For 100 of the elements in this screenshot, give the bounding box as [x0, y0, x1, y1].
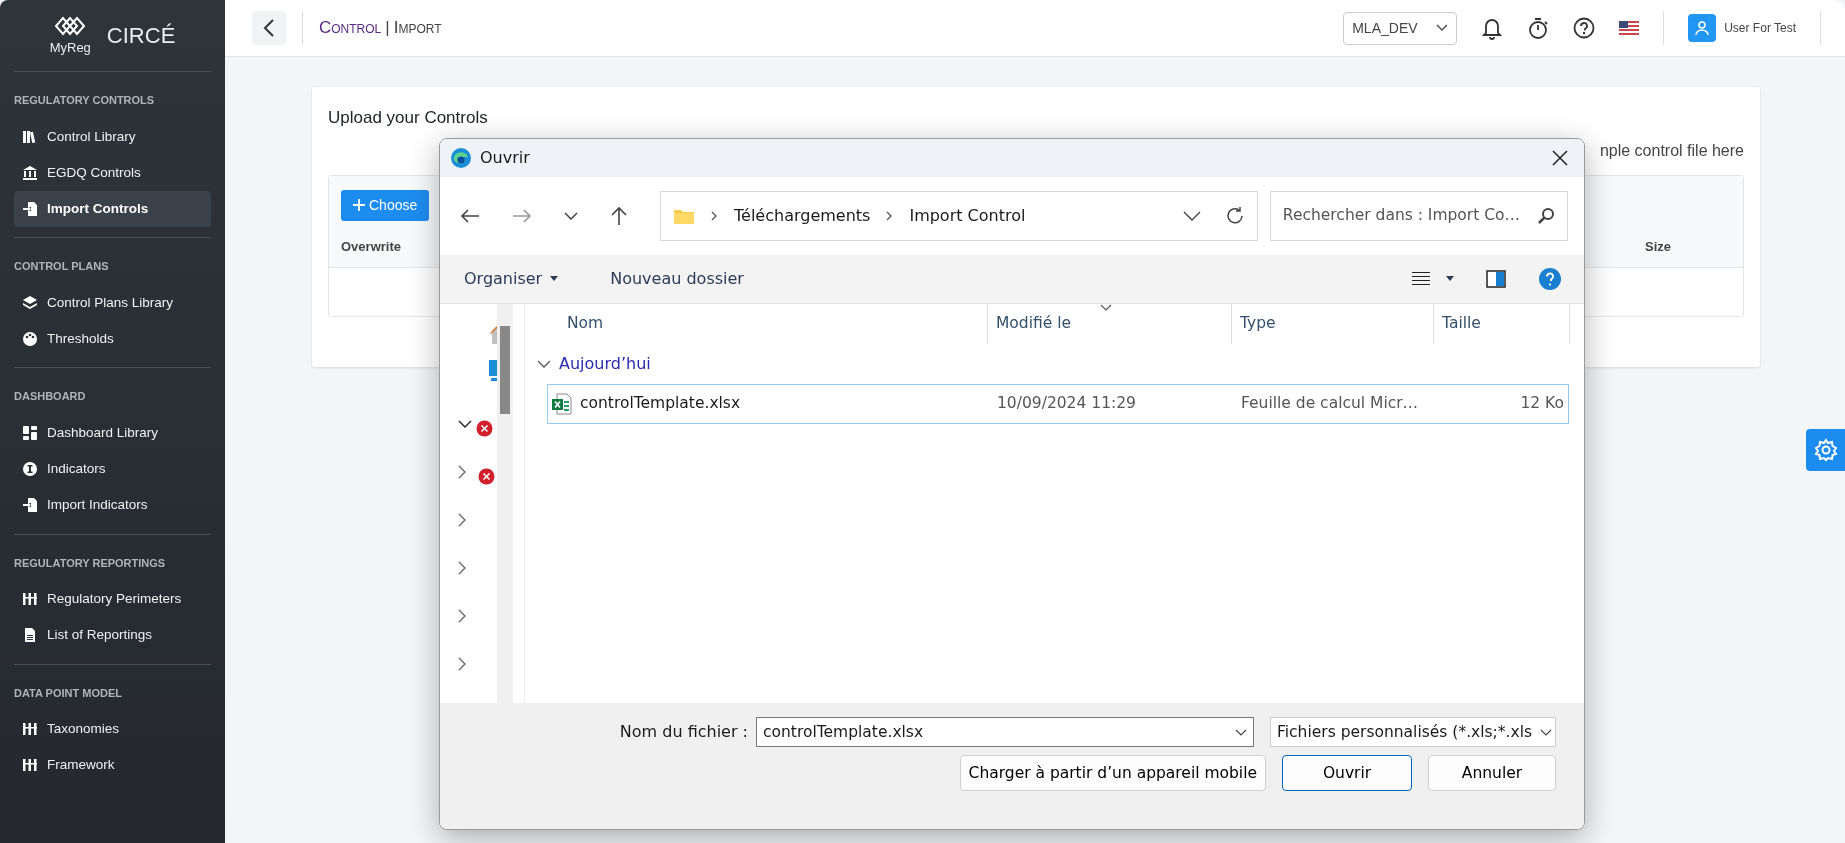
plus-icon — [353, 199, 365, 211]
sidebar-item[interactable]: Thresholds — [14, 321, 211, 358]
browser-icon — [450, 146, 472, 169]
chevron-right-icon[interactable] — [458, 560, 466, 575]
chevron-down-icon[interactable] — [458, 419, 472, 428]
dialog-title: Ouvrir — [480, 146, 530, 169]
up-arrow-icon — [610, 206, 628, 227]
chevron-right-icon[interactable] — [458, 464, 466, 479]
layers-icon — [22, 294, 38, 311]
file-type: Feuille de calcul Micr… — [1240, 393, 1420, 415]
sidebar-item[interactable]: Regulatory Perimeters — [14, 581, 211, 618]
column-header[interactable]: Taille — [1434, 303, 1570, 344]
chevron-down-icon — [1235, 728, 1247, 736]
sort-icon — [1100, 303, 1112, 311]
search-field[interactable]: Rechercher dans : Import Co… — [1269, 190, 1568, 241]
caret-icon — [1446, 276, 1454, 282]
document-icon — [22, 627, 38, 644]
section-title: REGULATORY REPORTINGS — [14, 555, 167, 571]
list-view-icon — [1412, 270, 1430, 287]
stopwatch-icon[interactable] — [1527, 16, 1550, 40]
new-folder-button[interactable]: Nouveau dossier — [604, 265, 750, 292]
back-button[interactable] — [252, 11, 286, 45]
environment-select[interactable]: MLA_DEV — [1343, 11, 1458, 45]
chevron-down-icon[interactable] — [1182, 210, 1201, 221]
help-icon — [1538, 267, 1562, 292]
sidebar-item[interactable]: Framework — [14, 747, 211, 784]
logo-text: MyReg — [49, 38, 91, 57]
import-icon — [22, 497, 38, 514]
avatar[interactable] — [1688, 14, 1717, 42]
forward-icon — [512, 208, 532, 225]
sidebar-item[interactable]: Control Library — [14, 118, 211, 155]
section-title: DASHBOARD — [14, 389, 87, 405]
sidebar-item[interactable]: Control Plans Library — [14, 284, 211, 321]
open-button[interactable]: Ouvrir — [1282, 755, 1412, 792]
breadcrumb-current: Import — [393, 17, 442, 40]
sidebar-item[interactable]: List of Reportings — [14, 617, 211, 654]
section-title: DATA POINT MODEL — [14, 685, 123, 701]
filename-field[interactable]: controlTemplate.xlsx — [756, 717, 1254, 748]
file-type-select[interactable]: Fichiers personnalisés (*.xls;*.xls — [1270, 717, 1556, 748]
sidebar-item[interactable]: Indicators — [14, 451, 211, 488]
file-name: controlTemplate.xlsx — [580, 393, 741, 415]
chevron-down-icon — [1436, 24, 1449, 32]
breadcrumb-link[interactable]: Control — [319, 15, 382, 41]
fence-icon — [22, 721, 38, 738]
import-icon — [22, 201, 38, 218]
card-title: Upload your Controls — [328, 107, 489, 129]
preview-pane-icon — [1486, 270, 1506, 289]
file-size: 12 Ko — [1519, 393, 1565, 415]
spreadsheet-icon — [552, 392, 572, 415]
section-title: CONTROL PLANS — [14, 259, 110, 275]
flag-icon[interactable] — [1619, 21, 1640, 35]
caret-icon — [550, 276, 559, 282]
sidebar-item[interactable]: Taxonomies — [14, 711, 211, 748]
help-icon[interactable] — [1573, 17, 1596, 39]
books-icon — [22, 128, 38, 145]
column-header[interactable]: Type — [1232, 303, 1434, 344]
back-icon — [460, 208, 480, 225]
close-icon — [1552, 150, 1568, 167]
sidebar-item[interactable]: Import Indicators — [14, 487, 211, 524]
chevron-right-icon[interactable] — [458, 608, 466, 623]
back-icon — [263, 19, 275, 37]
search-icon — [1537, 206, 1555, 225]
brand-name: CIRCÉ — [106, 22, 176, 50]
chevron-right-icon — [886, 210, 894, 221]
refresh-icon[interactable] — [1224, 205, 1245, 226]
cancel-button[interactable]: Annuler — [1428, 755, 1556, 792]
address-bar[interactable]: Téléchargements Import Control — [660, 190, 1258, 241]
sidebar-item[interactable]: EGDQ Controls — [14, 154, 211, 191]
path-segment[interactable]: Téléchargements — [734, 203, 871, 228]
settings-icon — [1813, 438, 1838, 462]
settings-button[interactable] — [1806, 429, 1845, 471]
palette-icon — [22, 331, 38, 348]
notification-icon[interactable] — [1481, 16, 1504, 40]
hint-text: nple control file here — [1599, 140, 1744, 161]
chevron-down-icon — [1540, 728, 1553, 736]
section-title: REGULATORY CONTROLS — [14, 93, 156, 108]
user-name[interactable]: User For Test — [1724, 19, 1796, 37]
fence-icon — [22, 757, 38, 774]
chevron-right-icon[interactable] — [458, 512, 466, 527]
bank-icon — [22, 164, 38, 181]
path-segment[interactable]: Import Control — [909, 203, 1026, 228]
info-icon — [22, 461, 38, 478]
chevron-down-icon — [564, 212, 578, 221]
grid-icon — [22, 424, 38, 441]
chevron-right-icon[interactable] — [458, 656, 466, 671]
column-header[interactable]: Nom — [525, 303, 988, 344]
chevron-right-icon — [711, 210, 718, 221]
sidebar-item[interactable]: Dashboard Library — [14, 414, 211, 451]
field-label: Nom du fichier : — [619, 721, 748, 744]
file-date: 10/09/2024 11:29 — [996, 393, 1137, 415]
file-row[interactable]: controlTemplate.xlsx 10/09/2024 11:29 Feuille de calcul Micr… 12 Ko — [547, 383, 1569, 424]
sidebar-item[interactable]: Import Controls — [14, 191, 211, 228]
column-header: Overwrite — [341, 237, 401, 256]
mobile-upload-button[interactable]: Charger à partir d’un appareil mobile — [959, 755, 1266, 792]
column-header[interactable]: Modifié le — [988, 303, 1232, 344]
group-header[interactable]: Aujourd’hui — [537, 343, 1584, 384]
breadcrumb-separator: | — [385, 17, 390, 40]
column-header: Size — [1645, 237, 1671, 256]
scrollbar-thumb[interactable] — [500, 325, 510, 414]
organise-menu[interactable]: Organiser — [458, 265, 565, 292]
